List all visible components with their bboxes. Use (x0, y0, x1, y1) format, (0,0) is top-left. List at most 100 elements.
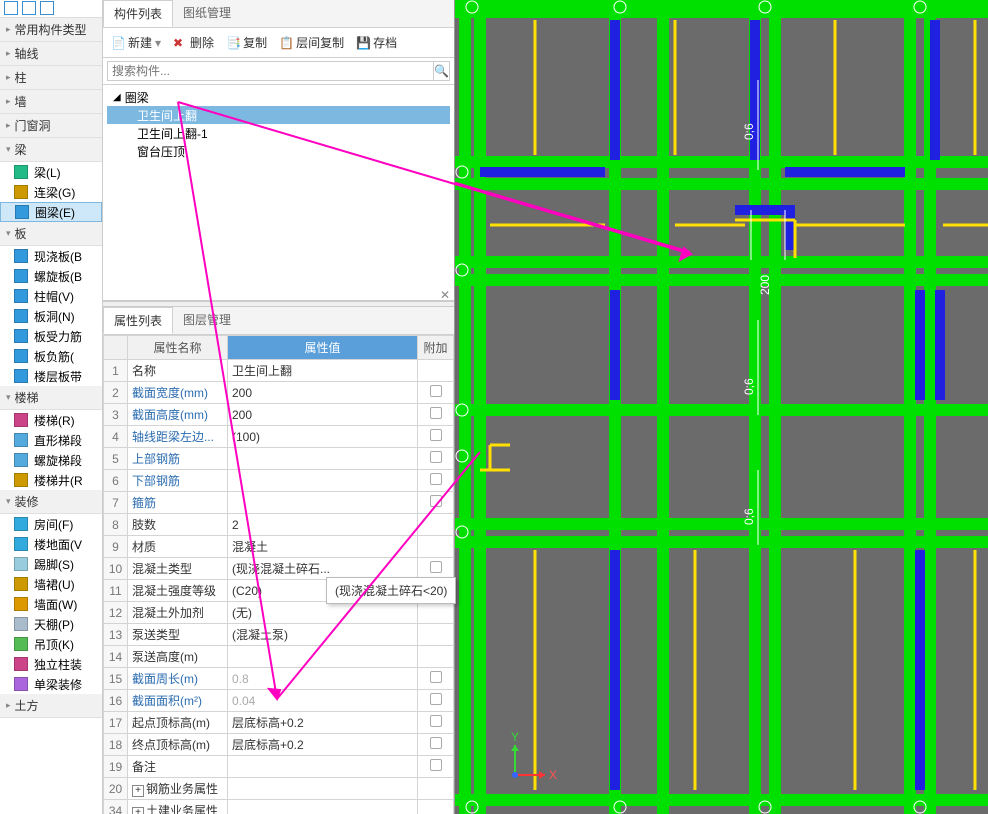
mid-panel: 构件列表 图纸管理 📄新建▾ ✖删除 📑复制 📋层间复制 💾存档 🔍 ◢ 圈梁 … (103, 0, 455, 814)
delete-button[interactable]: ✖删除 (169, 32, 218, 53)
property-row[interactable]: 17起点顶标高(m)层底标高+0.2 (104, 712, 454, 734)
property-row[interactable]: 3截面高度(mm)200 (104, 404, 454, 426)
search-icon[interactable]: 🔍 (434, 61, 450, 81)
property-row[interactable]: 34+土建业务属性 (104, 800, 454, 814)
nav-item[interactable]: 柱帽(V) (0, 286, 102, 306)
nav-item-icon (14, 597, 28, 611)
tab-drawing-manage[interactable]: 图纸管理 (173, 0, 241, 27)
checkbox[interactable] (430, 715, 442, 727)
nav-item[interactable]: 独立柱装 (0, 654, 102, 674)
dim-text-3: 0;6 (742, 508, 756, 525)
nav-item[interactable]: 板负筋( (0, 346, 102, 366)
property-row[interactable]: 4轴线距梁左边...(100) (104, 426, 454, 448)
nav-item[interactable]: 现浇板(B (0, 246, 102, 266)
nav-item-icon (14, 269, 28, 283)
checkbox[interactable] (430, 407, 442, 419)
nav-item[interactable]: 楼梯(R) (0, 410, 102, 430)
floor-copy-button[interactable]: 📋层间复制 (275, 32, 348, 53)
property-row[interactable]: 5上部钢筋 (104, 448, 454, 470)
nav-top-toolbar (0, 0, 102, 18)
checkbox[interactable] (430, 671, 442, 683)
property-row[interactable]: 18终点顶标高(m)层底标高+0.2 (104, 734, 454, 756)
tree-item[interactable]: 卫生间上翻 (107, 106, 450, 124)
nav-layout-icon-3[interactable] (40, 1, 54, 15)
tab-layer-manage[interactable]: 图层管理 (173, 307, 241, 334)
property-row[interactable]: 9材质混凝土 (104, 536, 454, 558)
property-row[interactable]: 20+钢筋业务属性 (104, 778, 454, 800)
property-row[interactable]: 12混凝土外加剂(无) (104, 602, 454, 624)
nav-item[interactable]: 梁(L) (0, 162, 102, 182)
tree-item[interactable]: 窗台压顶 (107, 142, 450, 160)
nav-section[interactable]: ▾装修 (0, 490, 102, 514)
property-row[interactable]: 14泵送高度(m) (104, 646, 454, 668)
nav-item[interactable]: 单梁装修 (0, 674, 102, 694)
property-row[interactable]: 16截面面积(m²)0.04 (104, 690, 454, 712)
nav-item[interactable]: 楼地面(V (0, 534, 102, 554)
property-row[interactable]: 7箍筋 (104, 492, 454, 514)
nav-item[interactable]: 螺旋梯段 (0, 450, 102, 470)
search-input[interactable] (107, 61, 434, 81)
expand-icon[interactable]: + (132, 807, 144, 814)
nav-item[interactable]: 板洞(N) (0, 306, 102, 326)
nav-section[interactable]: ▸门窗洞 (0, 114, 102, 138)
nav-item[interactable]: 楼梯井(R (0, 470, 102, 490)
nav-item[interactable]: 墙面(W) (0, 594, 102, 614)
property-row[interactable]: 15截面周长(m)0.8 (104, 668, 454, 690)
property-row[interactable]: 6下部钢筋 (104, 470, 454, 492)
nav-item[interactable]: 吊顶(K) (0, 634, 102, 654)
archive-icon: 💾 (356, 36, 370, 50)
property-row[interactable]: 1名称卫生间上翻 (104, 360, 454, 382)
nav-item[interactable]: 直形梯段 (0, 430, 102, 450)
panel-divider[interactable]: ✕ (103, 301, 454, 307)
checkbox[interactable] (430, 737, 442, 749)
nav-section[interactable]: ▸土方 (0, 694, 102, 718)
nav-section[interactable]: ▾梁 (0, 138, 102, 162)
checkbox[interactable] (430, 473, 442, 485)
nav-item[interactable]: 天棚(P) (0, 614, 102, 634)
property-row[interactable]: 8肢数2 (104, 514, 454, 536)
nav-item-icon (14, 557, 28, 571)
copy-icon: 📑 (226, 36, 240, 50)
checkbox[interactable] (430, 759, 442, 771)
tree-root[interactable]: ◢ 圈梁 (107, 89, 450, 106)
component-tabs: 构件列表 图纸管理 (103, 0, 454, 28)
tree-item[interactable]: 卫生间上翻-1 (107, 124, 450, 142)
checkbox[interactable] (430, 451, 442, 463)
nav-item[interactable]: 板受力筋 (0, 326, 102, 346)
checkbox[interactable] (430, 693, 442, 705)
nav-layout-icon-1[interactable] (4, 1, 18, 15)
nav-item[interactable]: 圈梁(E) (0, 202, 102, 222)
new-button[interactable]: 📄新建▾ (107, 32, 165, 53)
nav-item[interactable]: 连梁(G) (0, 182, 102, 202)
nav-item[interactable]: 踢脚(S) (0, 554, 102, 574)
nav-layout-icon-2[interactable] (22, 1, 36, 15)
nav-item-icon (14, 433, 28, 447)
nav-item[interactable]: 楼层板带 (0, 366, 102, 386)
checkbox[interactable] (430, 561, 442, 573)
property-row[interactable]: 13泵送类型(混凝土泵) (104, 624, 454, 646)
nav-section[interactable]: ▾板 (0, 222, 102, 246)
nav-item[interactable]: 墙裙(U) (0, 574, 102, 594)
nav-section[interactable]: ▾楼梯 (0, 386, 102, 410)
tab-component-list[interactable]: 构件列表 (103, 0, 173, 27)
nav-section[interactable]: ▸墙 (0, 90, 102, 114)
drawing-canvas[interactable]: 0;6 200 0;6 0;6 X Y (455, 0, 988, 814)
nav-section[interactable]: ▸柱 (0, 66, 102, 90)
checkbox[interactable] (430, 429, 442, 441)
panel-close-icon[interactable]: ✕ (440, 288, 452, 300)
copy-button[interactable]: 📑复制 (222, 32, 271, 53)
tab-property-list[interactable]: 属性列表 (103, 307, 173, 334)
nav-section[interactable]: ▸轴线 (0, 42, 102, 66)
floorcopy-icon: 📋 (279, 36, 293, 50)
checkbox[interactable] (430, 495, 442, 507)
nav-section[interactable]: ▸常用构件类型 (0, 18, 102, 42)
new-icon: 📄 (111, 36, 125, 50)
checkbox[interactable] (430, 385, 442, 397)
nav-item[interactable]: 房间(F) (0, 514, 102, 534)
delete-icon: ✖ (173, 36, 187, 50)
property-row[interactable]: 19备注 (104, 756, 454, 778)
nav-item[interactable]: 螺旋板(B (0, 266, 102, 286)
expand-icon[interactable]: + (132, 785, 144, 797)
property-row[interactable]: 2截面宽度(mm)200 (104, 382, 454, 404)
archive-button[interactable]: 💾存档 (352, 32, 401, 53)
